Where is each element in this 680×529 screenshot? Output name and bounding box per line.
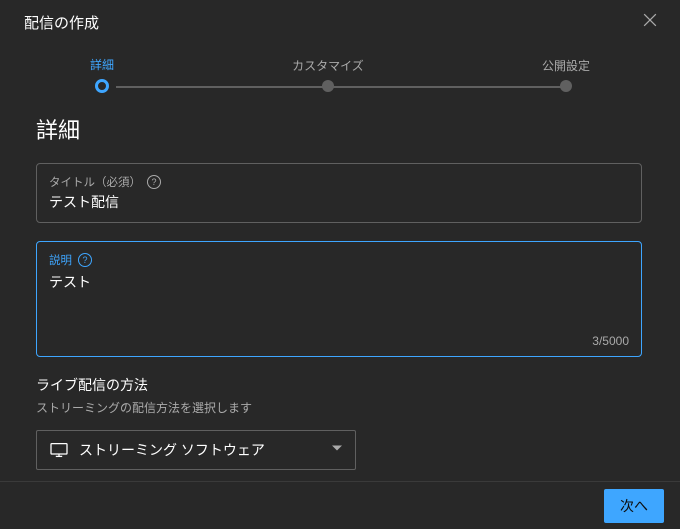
description-input[interactable]: テスト <box>49 272 629 332</box>
step-visibility[interactable]: 公開設定 <box>542 57 590 92</box>
step-customize[interactable]: カスタマイズ <box>292 57 364 92</box>
step-label: カスタマイズ <box>292 57 364 74</box>
help-icon[interactable]: ? <box>147 175 161 189</box>
modal-header: 配信の作成 <box>0 0 680 44</box>
method-selected-label: ストリーミング ソフトウェア <box>79 440 321 460</box>
chevron-down-icon <box>331 441 343 459</box>
description-label-text: 説明 <box>49 252 72 268</box>
step-label: 公開設定 <box>542 57 590 74</box>
close-button[interactable] <box>636 8 664 36</box>
description-counter: 3/5000 <box>592 334 629 348</box>
title-label-text: タイトル（必須） <box>49 174 141 190</box>
content[interactable]: 詳細 タイトル（必須） ? 説明 ? テスト 3/5000 ライブ配信の方法 ス… <box>0 103 670 481</box>
stepper: 詳細 カスタマイズ 公開設定 <box>0 44 680 93</box>
section-title: 詳細 <box>36 113 642 145</box>
title-input[interactable] <box>49 194 629 210</box>
step-details[interactable]: 詳細 <box>90 56 114 93</box>
title-field[interactable]: タイトル（必須） ? <box>36 163 642 223</box>
method-desc: ストリーミングの配信方法を選択します <box>36 399 642 416</box>
content-scroll-area: 詳細 タイトル（必須） ? 説明 ? テスト 3/5000 ライブ配信の方法 ス… <box>0 103 680 481</box>
method-select[interactable]: ストリーミング ソフトウェア <box>36 430 356 470</box>
next-button[interactable]: 次へ <box>604 489 664 523</box>
method-title: ライブ配信の方法 <box>36 375 642 395</box>
step-dot-icon <box>322 80 334 92</box>
step-label: 詳細 <box>90 56 114 73</box>
modal-title: 配信の作成 <box>24 12 99 33</box>
close-icon <box>640 10 660 35</box>
title-label: タイトル（必須） ? <box>49 174 629 190</box>
monitor-icon <box>49 442 69 458</box>
step-dot-icon <box>560 80 572 92</box>
create-stream-modal: 配信の作成 詳細 カスタマイズ 公開設定 詳細 <box>0 0 680 529</box>
modal-footer: 次へ <box>0 481 680 529</box>
step-dot-icon <box>95 79 109 93</box>
description-label: 説明 ? <box>49 252 629 268</box>
help-icon[interactable]: ? <box>78 253 92 267</box>
description-field[interactable]: 説明 ? テスト 3/5000 <box>36 241 642 357</box>
